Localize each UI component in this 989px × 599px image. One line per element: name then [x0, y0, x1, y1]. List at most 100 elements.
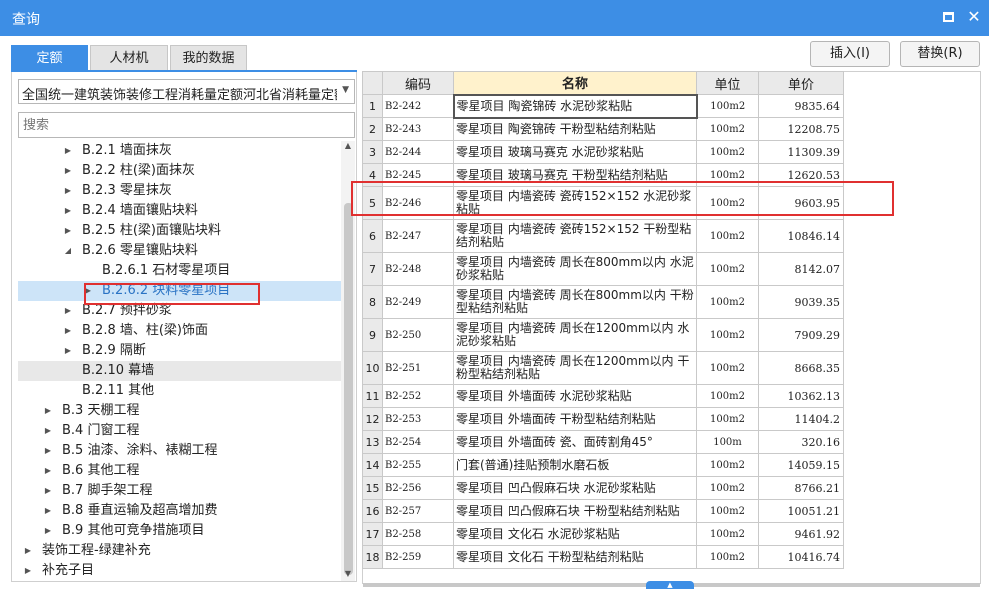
- table-row[interactable]: 9 B2-250 零星项目 内墙瓷砖 周长在1200mm以内 水泥砂浆粘贴 100m2…: [362, 318, 844, 352]
- tree-item[interactable]: ▶ B.2.1 墙面抹灰: [18, 141, 341, 161]
- tree-item[interactable]: B.2.11 其他: [18, 381, 341, 401]
- tab-my-data[interactable]: 我的数据: [170, 45, 247, 71]
- collapsed-icon[interactable]: ▶: [43, 481, 53, 501]
- collapsed-icon[interactable]: ▶: [63, 321, 73, 341]
- unit-cell: 100m2: [696, 545, 759, 569]
- replace-button[interactable]: 替换(R): [900, 41, 980, 67]
- collapsed-icon[interactable]: ▶: [63, 161, 73, 181]
- name-cell: 零星项目 外墙面砖 瓷、面砖割角45°: [453, 430, 697, 454]
- table-row[interactable]: 6 B2-247 零星项目 内墙瓷砖 瓷砖152×152 干粉型粘结剂粘贴 100m2…: [362, 219, 844, 253]
- collapsed-icon[interactable]: ▶: [23, 561, 33, 581]
- name-header[interactable]: 名称: [453, 71, 697, 95]
- table-row[interactable]: 16 B2-257 零星项目 凹凸假麻石块 干粉型粘结剂粘贴 100m2 10051.2…: [362, 499, 844, 523]
- table-row[interactable]: 15 B2-256 零星项目 凹凸假麻石块 水泥砂浆粘贴 100m2 8766.21: [362, 476, 844, 500]
- collapsed-icon[interactable]: ▶: [63, 221, 73, 241]
- tree-item[interactable]: ▶ B.2.4 墙面镶贴块料: [18, 201, 341, 221]
- close-icon[interactable]: ✕: [966, 9, 982, 25]
- price-cell: 10051.21: [758, 499, 844, 523]
- unit-cell: 100m2: [696, 94, 759, 118]
- table-row[interactable]: 3 B2-244 零星项目 玻璃马赛克 水泥砂浆粘贴 100m2 11309.39: [362, 140, 844, 164]
- tree-item-label: B.2.5 柱(梁)面镶贴块料: [82, 223, 222, 238]
- collapsed-icon[interactable]: ▶: [63, 141, 73, 161]
- collapsed-icon[interactable]: ▶: [43, 421, 53, 441]
- tree-item[interactable]: ▶ B.3 天棚工程: [18, 401, 341, 421]
- table-row[interactable]: 17 B2-258 零星项目 文化石 水泥砂浆粘贴 100m2 9461.92: [362, 522, 844, 546]
- tree-item[interactable]: ▶ B.5 油漆、涂料、裱糊工程: [18, 441, 341, 461]
- tab-labor-material-machine[interactable]: 人材机: [90, 45, 168, 71]
- tree-item[interactable]: ◢ B.2.6 零星镶贴块料: [18, 241, 341, 261]
- code-header[interactable]: 编码: [382, 71, 454, 95]
- tree-item[interactable]: ▶ B.8 垂直运输及超高增加费: [18, 501, 341, 521]
- tree-item[interactable]: B.2.6.1 石材零星项目: [18, 261, 341, 281]
- scroll-down-icon[interactable]: ▼: [341, 569, 355, 581]
- row-number-cell: 10: [362, 351, 383, 385]
- table-row[interactable]: 10 B2-251 零星项目 内墙瓷砖 周长在1200mm以内 干粉型粘结剂粘贴 10…: [362, 351, 844, 385]
- table-row[interactable]: 8 B2-249 零星项目 内墙瓷砖 周长在800mm以内 干粉型粘结剂粘贴 100m…: [362, 285, 844, 319]
- table-row[interactable]: 2 B2-243 零星项目 陶瓷锦砖 干粉型粘结剂粘贴 100m2 12208.75: [362, 117, 844, 141]
- tree-item-label: B.2.6.1 石材零星项目: [102, 263, 231, 278]
- row-number-cell: 6: [362, 219, 383, 253]
- tree-item-label: B.4 门窗工程: [62, 423, 140, 438]
- collapsed-icon[interactable]: ▶: [43, 441, 53, 461]
- collapsed-icon[interactable]: ▶: [63, 201, 73, 221]
- tree-item[interactable]: ▶ B.2.9 隔断: [18, 341, 341, 361]
- code-cell: B2-243: [382, 117, 454, 141]
- table-row[interactable]: 7 B2-248 零星项目 内墙瓷砖 周长在800mm以内 水泥砂浆粘贴 100m2 8…: [362, 252, 844, 286]
- tree-item-label: B.2.11 其他: [82, 383, 155, 398]
- table-row[interactable]: 12 B2-253 零星项目 外墙面砖 干粉型粘结剂粘贴 100m2 11404.2: [362, 407, 844, 431]
- price-cell: 8766.21: [758, 476, 844, 500]
- tree-item-label: B.2.10 幕墙: [82, 363, 155, 378]
- name-cell: 零星项目 文化石 水泥砂浆粘贴: [453, 522, 697, 546]
- maximize-icon[interactable]: [940, 9, 956, 25]
- quota-library-select[interactable]: 全国统一建筑装饰装修工程消耗量定额河北省消耗量定额(20 ▼: [18, 79, 355, 104]
- price-header[interactable]: 单价: [758, 71, 844, 95]
- price-cell: 12208.75: [758, 117, 844, 141]
- collapse-handle-icon[interactable]: ▲: [646, 581, 694, 589]
- collapsed-icon[interactable]: ▶: [63, 181, 73, 201]
- name-cell: 零星项目 凹凸假麻石块 干粉型粘结剂粘贴: [453, 499, 697, 523]
- name-cell: 零星项目 文化石 干粉型粘结剂粘贴: [453, 545, 697, 569]
- window-title: 查询: [12, 12, 40, 28]
- unit-header[interactable]: 单位: [696, 71, 759, 95]
- tree-item[interactable]: ▶ B.7 脚手架工程: [18, 481, 341, 501]
- collapsed-icon[interactable]: ▶: [43, 401, 53, 421]
- collapsed-icon[interactable]: ▶: [23, 541, 33, 561]
- tree-item[interactable]: ▶ B.2.5 柱(梁)面镶贴块料: [18, 221, 341, 241]
- search-input[interactable]: [18, 112, 355, 138]
- insert-button[interactable]: 插入(I): [810, 41, 890, 67]
- tree-item[interactable]: ▶ B.2.2 柱(梁)面抹灰: [18, 161, 341, 181]
- code-cell: B2-244: [382, 140, 454, 164]
- collapsed-icon[interactable]: ▶: [43, 461, 53, 481]
- title-bar: 查询 ✕: [0, 0, 989, 36]
- tree-item-label: B.2.6 零星镶贴块料: [82, 243, 198, 258]
- tree-item-label: B.3 天棚工程: [62, 403, 140, 418]
- table-row[interactable]: 18 B2-259 零星项目 文化石 干粉型粘结剂粘贴 100m2 10416.74: [362, 545, 844, 569]
- table-row[interactable]: 1 B2-242 零星项目 陶瓷锦砖 水泥砂浆粘贴 100m2 9835.64: [362, 93, 844, 119]
- collapsed-icon[interactable]: ▶: [63, 341, 73, 361]
- code-cell: B2-249: [382, 285, 454, 319]
- tree-item[interactable]: ▶ B.2.3 零星抹灰: [18, 181, 341, 201]
- table-row[interactable]: 11 B2-252 零星项目 外墙面砖 水泥砂浆粘贴 100m2 10362.13: [362, 384, 844, 408]
- name-cell: 零星项目 内墙瓷砖 周长在800mm以内 水泥砂浆粘贴: [453, 252, 697, 286]
- tree-item[interactable]: ▶ 装饰工程-绿建补充: [18, 541, 341, 561]
- tree-item[interactable]: B.2.10 幕墙: [18, 361, 341, 381]
- code-cell: B2-242: [382, 94, 454, 118]
- tree-item[interactable]: ▶ B.6 其他工程: [18, 461, 341, 481]
- tab-quota[interactable]: 定额: [11, 45, 88, 71]
- code-cell: B2-258: [382, 522, 454, 546]
- tree-item[interactable]: ▶ 补充子目: [18, 561, 341, 581]
- tree-item[interactable]: ▶ B.2.8 墙、柱(梁)饰面: [18, 321, 341, 341]
- row-number-cell: 1: [362, 94, 383, 118]
- collapsed-icon[interactable]: ▶: [43, 501, 53, 521]
- tree-item[interactable]: ▶ B.4 门窗工程: [18, 421, 341, 441]
- table-row[interactable]: 13 B2-254 零星项目 外墙面砖 瓷、面砖割角45° 100m 320.16: [362, 430, 844, 454]
- scroll-up-icon[interactable]: ▲: [341, 141, 355, 153]
- collapsed-icon[interactable]: ▶: [63, 301, 73, 321]
- row-number-cell: 17: [362, 522, 383, 546]
- tree-item[interactable]: ▶ B.9 其他可竞争措施项目: [18, 521, 341, 541]
- expanded-icon[interactable]: ◢: [63, 241, 73, 261]
- collapsed-icon[interactable]: ▶: [43, 521, 53, 541]
- table-row[interactable]: 14 B2-255 门套(普通)挂贴预制水磨石板 100m2 14059.15: [362, 453, 844, 477]
- unit-cell: 100m2: [696, 522, 759, 546]
- scrollbar-thumb[interactable]: [344, 203, 353, 575]
